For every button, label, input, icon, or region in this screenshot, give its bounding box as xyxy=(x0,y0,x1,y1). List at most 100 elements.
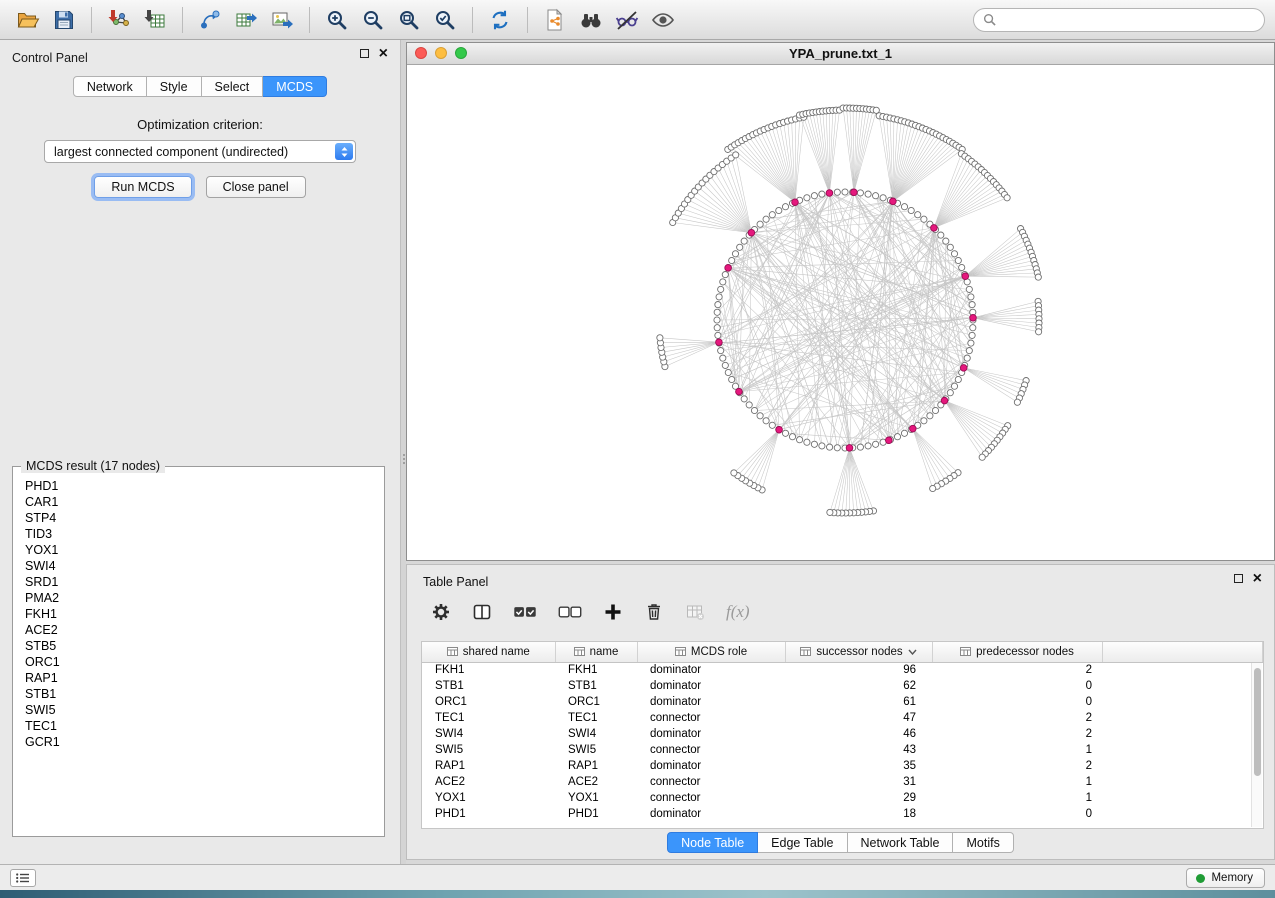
network-dominator-node[interactable] xyxy=(962,273,969,280)
network-node[interactable] xyxy=(951,251,957,257)
network-node[interactable] xyxy=(908,207,914,213)
close-panel-button[interactable]: Close panel xyxy=(206,176,306,198)
network-dominator-node[interactable] xyxy=(960,365,967,372)
network-node[interactable] xyxy=(763,418,769,424)
network-node[interactable] xyxy=(921,216,927,222)
network-node[interactable] xyxy=(873,193,879,199)
network-dominator-node[interactable] xyxy=(970,315,977,322)
network-node[interactable] xyxy=(827,444,833,450)
network-node[interactable] xyxy=(746,402,752,408)
window-zoom-light[interactable] xyxy=(455,47,467,59)
hide-details-button[interactable] xyxy=(609,4,645,36)
network-node[interactable] xyxy=(729,376,735,382)
result-node-item[interactable]: STB1 xyxy=(25,686,372,702)
network-node[interactable] xyxy=(741,238,747,244)
network-node[interactable] xyxy=(959,264,965,270)
table-row[interactable]: SWI5SWI5connector431 xyxy=(422,742,1263,758)
search-box[interactable] xyxy=(973,8,1265,32)
network-node[interactable] xyxy=(969,302,975,308)
network-node[interactable] xyxy=(757,413,763,419)
network-dominator-node[interactable] xyxy=(748,229,755,236)
network-node[interactable] xyxy=(834,189,840,195)
network-node[interactable] xyxy=(715,332,721,338)
zoom-in-button[interactable] xyxy=(319,4,355,36)
network-leaf-node[interactable] xyxy=(1035,274,1041,280)
network-dominator-node[interactable] xyxy=(846,445,853,452)
result-node-item[interactable]: FKH1 xyxy=(25,606,372,622)
result-node-item[interactable]: ORC1 xyxy=(25,654,372,670)
table-row[interactable]: RAP1RAP1dominator352 xyxy=(422,758,1263,774)
result-node-item[interactable]: PMA2 xyxy=(25,590,372,606)
network-leaf-node[interactable] xyxy=(930,485,936,491)
network-node[interactable] xyxy=(737,244,743,250)
network-node[interactable] xyxy=(968,294,974,300)
export-network-button[interactable] xyxy=(192,4,228,36)
result-node-item[interactable]: GCR1 xyxy=(25,734,372,750)
share-document-button[interactable] xyxy=(537,4,573,36)
network-node[interactable] xyxy=(966,286,972,292)
network-canvas[interactable] xyxy=(407,65,1274,559)
tab-select[interactable]: Select xyxy=(202,76,264,97)
network-leaf-node[interactable] xyxy=(733,152,739,158)
tab-style[interactable]: Style xyxy=(147,76,202,97)
result-node-item[interactable]: SWI5 xyxy=(25,702,372,718)
network-node[interactable] xyxy=(722,272,728,278)
float-panel-icon[interactable] xyxy=(360,49,369,58)
network-node[interactable] xyxy=(751,407,757,413)
network-leaf-node[interactable] xyxy=(1014,399,1020,405)
column-header-predecessor-nodes[interactable]: predecessor nodes xyxy=(932,642,1102,662)
export-table-button[interactable] xyxy=(228,4,264,36)
table-scrollbar[interactable] xyxy=(1251,663,1262,827)
network-dominator-node[interactable] xyxy=(886,437,893,444)
network-node[interactable] xyxy=(811,193,817,199)
network-node[interactable] xyxy=(811,441,817,447)
deselect-all-button[interactable] xyxy=(558,605,582,620)
show-details-button[interactable] xyxy=(645,4,681,36)
network-dominator-node[interactable] xyxy=(910,425,917,432)
search-input[interactable] xyxy=(1002,13,1255,27)
network-dominator-node[interactable] xyxy=(826,190,833,197)
refresh-button[interactable] xyxy=(482,4,518,36)
network-leaf-node[interactable] xyxy=(827,509,833,515)
zoom-fit-button[interactable] xyxy=(391,4,427,36)
table-row[interactable]: SWI4SWI4dominator462 xyxy=(422,726,1263,742)
memory-button[interactable]: Memory xyxy=(1186,868,1265,888)
network-node[interactable] xyxy=(716,294,722,300)
network-node[interactable] xyxy=(915,212,921,218)
network-node[interactable] xyxy=(804,439,810,445)
network-node[interactable] xyxy=(865,443,871,449)
network-node[interactable] xyxy=(894,434,900,440)
network-leaf-node[interactable] xyxy=(731,470,737,476)
result-node-item[interactable]: RAP1 xyxy=(25,670,372,686)
network-dominator-node[interactable] xyxy=(725,265,732,272)
save-session-button[interactable] xyxy=(46,4,82,36)
network-node[interactable] xyxy=(865,191,871,197)
column-header-successor-nodes[interactable]: successor nodes xyxy=(785,642,932,662)
network-leaf-node[interactable] xyxy=(657,335,663,341)
network-dominator-node[interactable] xyxy=(736,388,743,395)
network-node[interactable] xyxy=(955,257,961,263)
network-node[interactable] xyxy=(901,430,907,436)
result-node-item[interactable]: STB5 xyxy=(25,638,372,654)
open-session-button[interactable] xyxy=(10,4,46,36)
network-node[interactable] xyxy=(964,355,970,361)
table-row[interactable]: ORC1ORC1dominator610 xyxy=(422,694,1263,710)
network-node[interactable] xyxy=(714,309,720,315)
network-node[interactable] xyxy=(857,444,863,450)
network-node[interactable] xyxy=(782,430,788,436)
network-window-titlebar[interactable]: YPA_prune.txt_1 xyxy=(407,43,1274,65)
table-row[interactable]: STB1STB1dominator620 xyxy=(422,678,1263,694)
close-panel-icon[interactable]: × xyxy=(379,48,388,59)
network-node[interactable] xyxy=(943,238,949,244)
zoom-selected-button[interactable] xyxy=(427,4,463,36)
select-all-button[interactable] xyxy=(513,605,537,620)
network-node[interactable] xyxy=(819,443,825,449)
column-header-MCDS-role[interactable]: MCDS role xyxy=(637,642,785,662)
column-header-name[interactable]: name xyxy=(555,642,637,662)
network-graph[interactable] xyxy=(407,65,1274,559)
table-row[interactable]: TEC1TEC1connector472 xyxy=(422,710,1263,726)
network-node[interactable] xyxy=(725,369,731,375)
network-node[interactable] xyxy=(857,190,863,196)
tab-motifs[interactable]: Motifs xyxy=(953,832,1013,853)
show-columns-button[interactable] xyxy=(472,602,492,622)
